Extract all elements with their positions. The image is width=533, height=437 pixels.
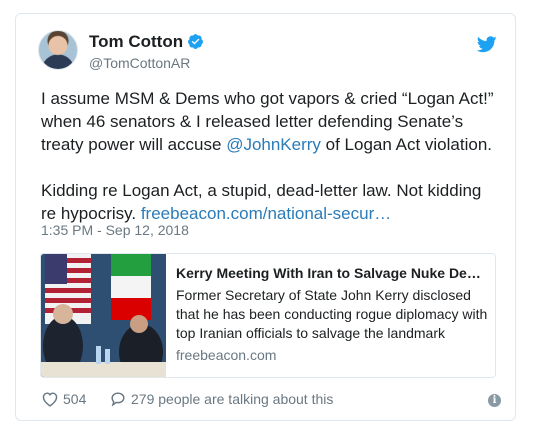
like-count: 504 [63,391,87,407]
author-handle[interactable]: @TomCottonAR [89,55,190,71]
preview-title[interactable]: Kerry Meeting With Iran to Salvage Nuke … [176,264,488,282]
timestamp[interactable]: 1:35 PM - Sep 12, 2018 [41,222,189,238]
talking-action[interactable]: 279 people are talking about this [109,391,333,407]
verified-badge-icon [188,34,204,49]
preview-description: Former Secretary of State John Kerry dis… [176,287,488,341]
action-bar: 504 279 people are talking about this i [41,391,501,411]
tweet-text-part: of Logan Act violation. [320,135,492,154]
comment-icon [111,392,125,407]
twitter-bird-icon[interactable] [477,36,497,53]
tweet-paragraph-2: Kidding re Logan Act, a stupid, dead-let… [41,179,501,225]
preview-domain: freebeacon.com [176,347,277,363]
tweet-card: Tom Cotton @TomCottonAR I assume MSM & D… [15,13,516,421]
preview-image [41,254,166,377]
info-icon[interactable]: i [488,394,501,407]
preview-photo-icon [41,254,166,377]
mention-link[interactable]: @JohnKerry [226,135,321,154]
avatar[interactable] [38,30,78,70]
article-link[interactable]: freebeacon.com/national-secur… [141,204,391,223]
author-name[interactable]: Tom Cotton [89,32,204,52]
like-action[interactable]: 504 [41,391,86,407]
preview-body: Kerry Meeting With Iran to Salvage Nuke … [176,264,488,363]
tweet-paragraph-1: I assume MSM & Dems who got vapors & cri… [41,87,501,156]
talking-text: 279 people are talking about this [131,391,334,407]
heart-icon [42,392,58,407]
link-preview-card[interactable]: Kerry Meeting With Iran to Salvage Nuke … [40,253,496,378]
author-name-text[interactable]: Tom Cotton [89,32,183,51]
